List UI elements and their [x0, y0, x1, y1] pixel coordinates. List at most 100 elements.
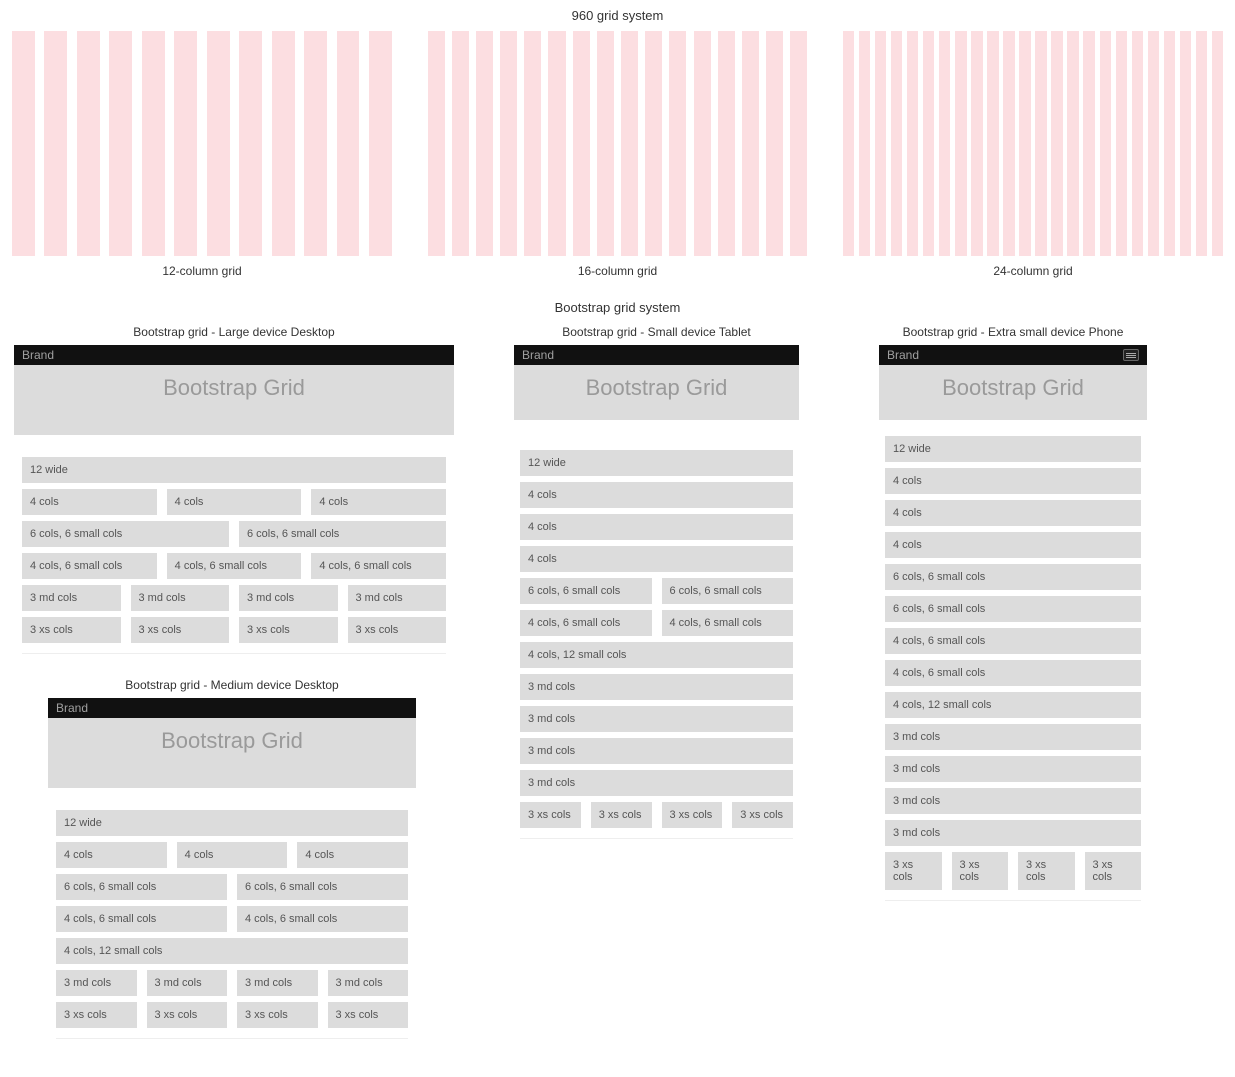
grid-columns [428, 31, 808, 256]
grid-cell: 3 md cols [520, 674, 793, 700]
grid-cell: 3 xs cols [1018, 852, 1075, 890]
panel-medium-desktop: Bootstrap grid - Medium device Desktop B… [48, 672, 416, 1039]
grid-column [669, 31, 686, 256]
grid-column [859, 31, 870, 256]
grid-column [939, 31, 950, 256]
grid-cell: 12 wide [56, 810, 408, 836]
grid-column [1035, 31, 1046, 256]
grid-demo-24: 24-column grid [843, 31, 1223, 286]
grid-column [573, 31, 590, 256]
grid-cell: 3 xs cols [885, 852, 942, 890]
grid-column [987, 31, 998, 256]
navbar: Brand [879, 345, 1147, 365]
grid-cell: 3 xs cols [239, 617, 338, 643]
grid-column [645, 31, 662, 256]
jumbotron: Bootstrap Grid [14, 365, 454, 435]
grid-cell: 6 cols, 6 small cols [237, 874, 408, 900]
navbar: Brand [14, 345, 454, 365]
grid-cell: 6 cols, 6 small cols [885, 596, 1141, 622]
grid-columns [843, 31, 1223, 256]
grid-cell: 3 md cols [520, 706, 793, 732]
grid-column [742, 31, 759, 256]
grid-column [304, 31, 327, 256]
grid-cell: 3 xs cols [732, 802, 793, 828]
grid-cell: 3 xs cols [1085, 852, 1142, 890]
grid-column [955, 31, 966, 256]
grid-cell: 4 cols [311, 489, 446, 515]
grid-demos-row: 12-column grid 16-column grid 24-column … [0, 31, 1235, 286]
grid-column [369, 31, 392, 256]
grid-column [500, 31, 517, 256]
grid-cell: 3 xs cols [131, 617, 230, 643]
grid-cell: 3 xs cols [591, 802, 652, 828]
grid-cell: 3 md cols [520, 770, 793, 796]
hamburger-icon[interactable] [1123, 349, 1139, 361]
grid-column [44, 31, 67, 256]
grid-column [1019, 31, 1030, 256]
panel-caption: Bootstrap grid - Extra small device Phon… [879, 319, 1147, 345]
grid-column [1067, 31, 1078, 256]
grid-column [790, 31, 807, 256]
panel-caption: Bootstrap grid - Small device Tablet [514, 319, 799, 345]
grid-cell: 3 md cols [885, 788, 1141, 814]
grid-cell: 3 md cols [885, 756, 1141, 782]
grid-cell: 3 md cols [520, 738, 793, 764]
grid-column [142, 31, 165, 256]
grid-column [875, 31, 886, 256]
bootstrap-panels-row: Bootstrap grid - Large device Desktop Br… [0, 319, 1235, 1057]
section-title-960: 960 grid system [0, 0, 1235, 31]
grid-cell: 4 cols [520, 482, 793, 508]
divider [520, 838, 793, 839]
grid-cell: 6 cols, 6 small cols [239, 521, 446, 547]
grid-cell: 6 cols, 6 small cols [662, 578, 794, 604]
grid-cell: 3 md cols [237, 970, 318, 996]
grid-cell: 3 xs cols [237, 1002, 318, 1028]
grid-cell: 3 xs cols [952, 852, 1009, 890]
grid-column [891, 31, 902, 256]
panel-caption: Bootstrap grid - Large device Desktop [14, 319, 454, 345]
grid-caption: 24-column grid [843, 256, 1223, 286]
grid-cell: 3 md cols [131, 585, 230, 611]
left-column-stack: Bootstrap grid - Large device Desktop Br… [8, 319, 460, 1057]
panel-caption: Bootstrap grid - Medium device Desktop [48, 672, 416, 698]
grid-column [239, 31, 262, 256]
panel-small-tablet: Bootstrap grid - Small device Tablet Bra… [514, 319, 799, 1039]
grid-cell: 6 cols, 6 small cols [885, 564, 1141, 590]
grid-cell: 4 cols [167, 489, 302, 515]
grid-cell: 4 cols [885, 500, 1141, 526]
grid-cell: 4 cols [885, 532, 1141, 558]
brand-label: Brand [522, 348, 554, 362]
grid-column [907, 31, 918, 256]
grid-cell: 3 md cols [56, 970, 137, 996]
grid-demo-16: 16-column grid [428, 31, 808, 286]
brand-label: Brand [887, 348, 919, 362]
grid-caption: 16-column grid [428, 256, 808, 286]
grid-cell: 3 md cols [885, 724, 1141, 750]
grid-column [428, 31, 445, 256]
navbar: Brand [514, 345, 799, 365]
grid-column [1051, 31, 1062, 256]
grid-column [476, 31, 493, 256]
jumbotron: Bootstrap Grid [514, 365, 799, 420]
grid-column [621, 31, 638, 256]
grid-cell: 6 cols, 6 small cols [56, 874, 227, 900]
grid-cell: 6 cols, 6 small cols [520, 578, 652, 604]
grid-column [452, 31, 469, 256]
divider [22, 653, 446, 654]
navbar: Brand [48, 698, 416, 718]
grid-cell: 3 md cols [147, 970, 228, 996]
grid-column [207, 31, 230, 256]
grid-cell: 12 wide [22, 457, 446, 483]
grid-column [1083, 31, 1094, 256]
grid-cell: 3 xs cols [662, 802, 723, 828]
grid-cell: 4 cols, 6 small cols [56, 906, 227, 932]
grid-cell: 3 md cols [239, 585, 338, 611]
grid-column [272, 31, 295, 256]
grid-column [971, 31, 982, 256]
grid-column [1180, 31, 1191, 256]
grid-demo-12: 12-column grid [12, 31, 392, 286]
grid-caption: 12-column grid [12, 256, 392, 286]
grid-cell: 4 cols, 6 small cols [885, 660, 1141, 686]
grid-cell: 4 cols [56, 842, 167, 868]
grid-column [548, 31, 565, 256]
